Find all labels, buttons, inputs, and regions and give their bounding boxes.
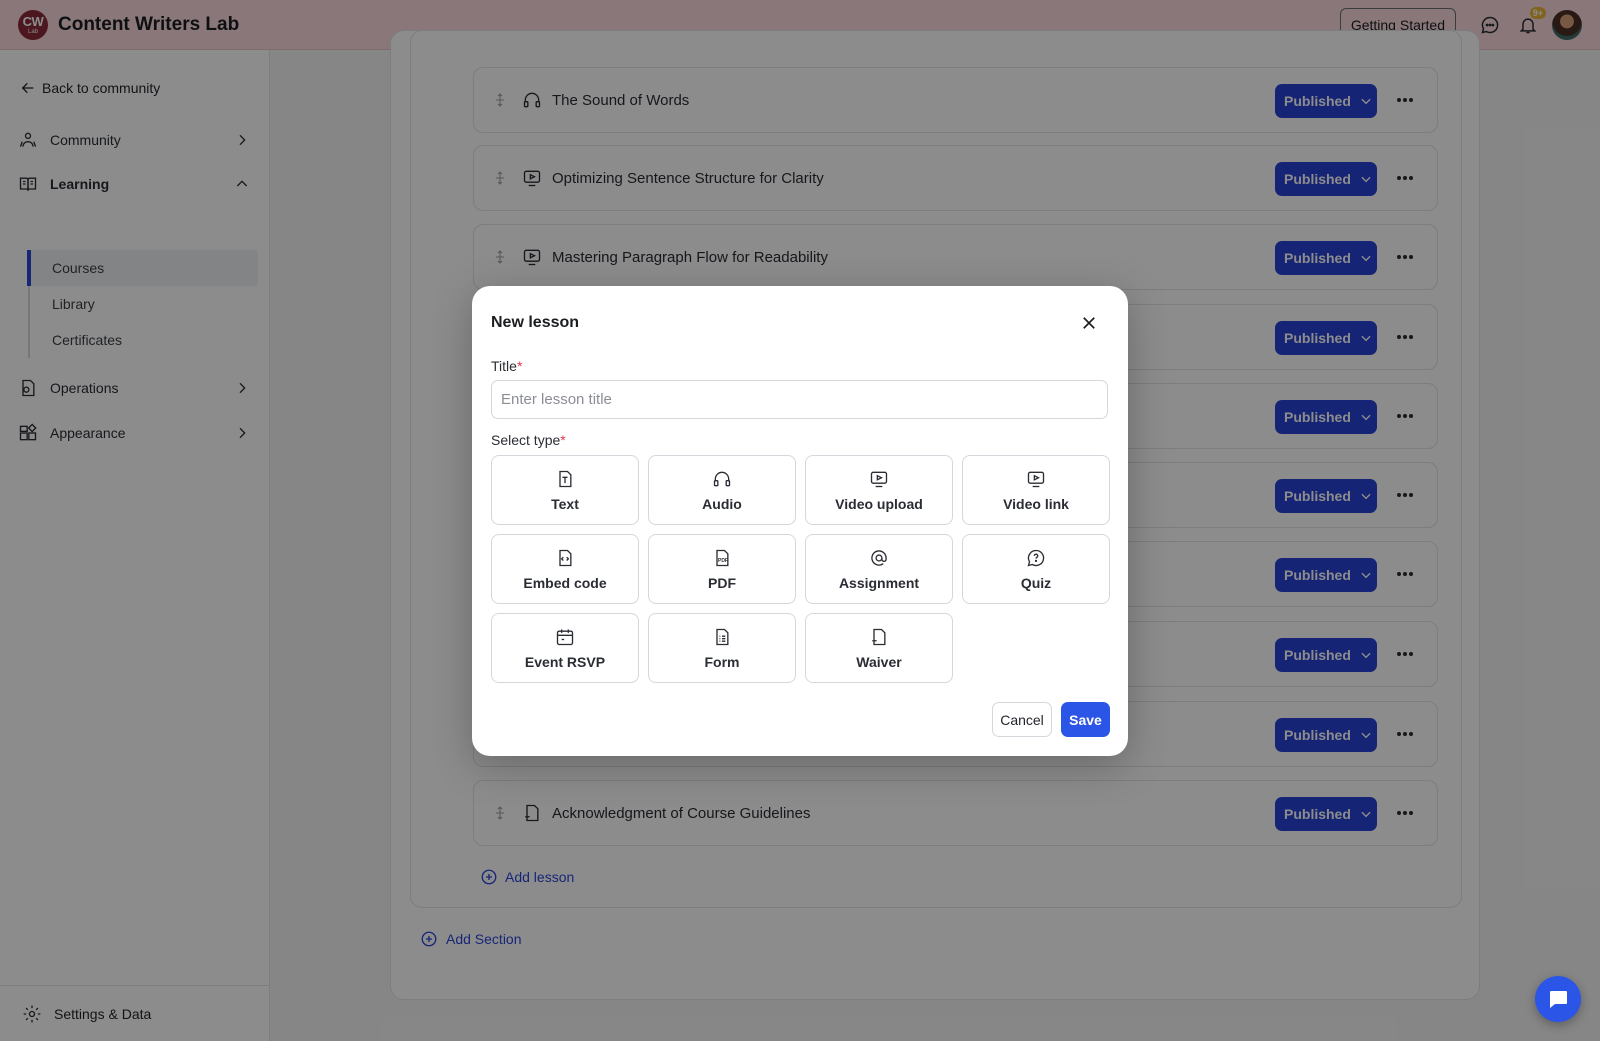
at-sign-icon	[871, 549, 887, 566]
required-mark: *	[516, 358, 523, 374]
new-lesson-modal: New lesson Title* Select type* Text Audi…	[472, 286, 1128, 756]
type-option-waiver[interactable]: Waiver	[805, 613, 953, 683]
type-option-audio[interactable]: Audio	[648, 455, 796, 525]
type-option-label: Embed code	[523, 574, 607, 591]
type-option-label: Assignment	[838, 574, 920, 591]
waiver-icon	[871, 628, 886, 645]
video-link-icon	[1027, 471, 1045, 487]
headphones-icon	[713, 471, 731, 486]
type-option-form[interactable]: Form	[648, 613, 796, 683]
cancel-button[interactable]: Cancel	[992, 702, 1052, 737]
type-option-label: Event RSVP	[524, 653, 606, 670]
type-option-label: Waiver	[856, 653, 902, 670]
type-label-text: Select type	[491, 432, 561, 448]
type-option-video-upload[interactable]: Video upload	[805, 455, 953, 525]
type-option-pdf[interactable]: PDF PDF	[648, 534, 796, 604]
calendar-icon	[556, 629, 574, 645]
type-option-label: Form	[704, 653, 740, 670]
close-icon	[1083, 317, 1095, 329]
text-doc-icon	[559, 470, 572, 487]
type-option-embed-code[interactable]: Embed code	[491, 534, 639, 604]
lesson-title-input[interactable]	[491, 380, 1108, 419]
title-label-text: Title	[491, 358, 517, 374]
pdf-icon: PDF	[716, 549, 729, 566]
quiz-icon	[1027, 549, 1045, 566]
required-mark: *	[560, 432, 566, 448]
type-option-label: Video link	[1003, 495, 1069, 512]
form-icon	[716, 628, 729, 645]
type-option-text[interactable]: Text	[491, 455, 639, 525]
chat-icon	[1550, 991, 1567, 1008]
type-option-label: Audio	[702, 495, 742, 512]
type-option-label: PDF	[708, 574, 736, 591]
type-option-label: Video upload	[835, 495, 923, 512]
video-upload-icon	[870, 471, 888, 487]
support-chat-button[interactable]	[1535, 976, 1581, 1022]
type-option-label: Quiz	[1020, 574, 1052, 591]
type-option-quiz[interactable]: Quiz	[962, 534, 1110, 604]
embed-code-icon	[559, 549, 572, 566]
close-modal-button[interactable]	[1076, 310, 1102, 336]
type-field-label: Select type*	[491, 432, 566, 448]
type-option-label: Text	[551, 495, 579, 512]
modal-title: New lesson	[491, 314, 580, 331]
title-field-label: Title*	[491, 358, 522, 374]
svg-text:PDF: PDF	[718, 558, 728, 564]
save-button[interactable]: Save	[1061, 702, 1110, 737]
lesson-type-grid: Text Audio Video upload Video link Embed…	[491, 455, 1111, 683]
type-option-video-link[interactable]: Video link	[962, 455, 1110, 525]
type-option-event-rsvp[interactable]: Event RSVP	[491, 613, 639, 683]
type-option-assignment[interactable]: Assignment	[805, 534, 953, 604]
